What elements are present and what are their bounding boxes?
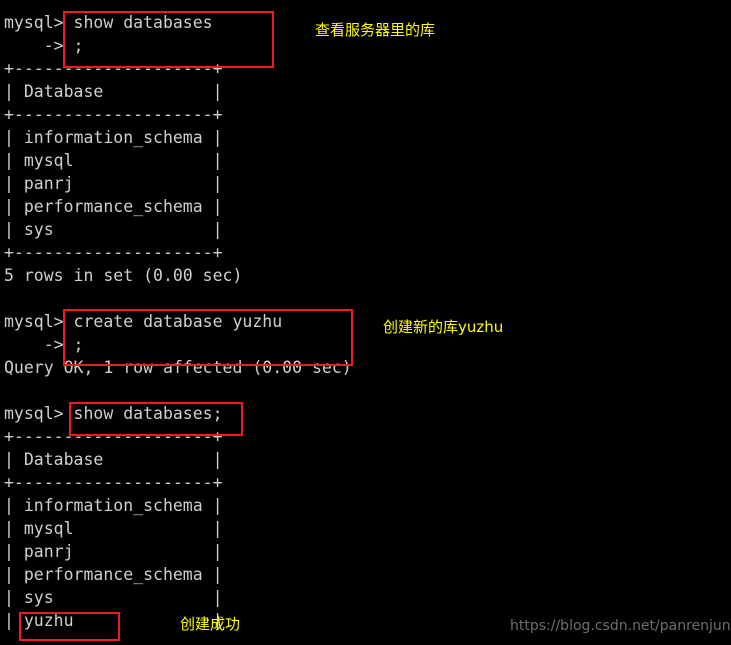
terminal-line: 5 rows in set (0.00 sec) bbox=[4, 266, 243, 285]
terminal-line: | information_schema | bbox=[4, 496, 223, 515]
terminal-line: | sys | bbox=[4, 588, 223, 607]
watermark-url: https://blog.csdn.net/panrenjun bbox=[510, 618, 731, 634]
terminal-line: | Database | bbox=[4, 450, 223, 469]
terminal-line: mysql> create database yuzhu bbox=[4, 312, 283, 331]
terminal-line: | panrj | bbox=[4, 174, 223, 193]
terminal-line: | performance_schema | bbox=[4, 565, 223, 584]
terminal-line: +--------------------+ bbox=[4, 105, 223, 124]
terminal-line: | panrj | bbox=[4, 542, 223, 561]
annotation-create-success: 创建成功 bbox=[180, 615, 241, 633]
terminal-window[interactable]: mysql> show databases -> ; +------------… bbox=[0, 0, 731, 645]
annotation-create-database: 创建新的库yuzhu bbox=[383, 318, 504, 336]
terminal-line: | information_schema | bbox=[4, 128, 223, 147]
annotation-view-databases: 查看服务器里的库 bbox=[315, 21, 436, 39]
terminal-line: +--------------------+ bbox=[4, 243, 223, 262]
terminal-line: | mysql | bbox=[4, 151, 223, 170]
terminal-output: mysql> show databases -> ; +------------… bbox=[4, 11, 424, 632]
terminal-line: +--------------------+ bbox=[4, 427, 223, 446]
terminal-line: +--------------------+ bbox=[4, 473, 223, 492]
terminal-line: | mysql | bbox=[4, 519, 223, 538]
terminal-line: +--------------------+ bbox=[4, 59, 223, 78]
terminal-line: mysql> show databases; bbox=[4, 404, 223, 423]
terminal-line: | Database | bbox=[4, 82, 223, 101]
terminal-line: Query OK, 1 row affected (0.00 sec) bbox=[4, 358, 352, 377]
terminal-line: | performance_schema | bbox=[4, 197, 223, 216]
terminal-line: -> ; bbox=[4, 335, 84, 354]
terminal-line: | sys | bbox=[4, 220, 223, 239]
